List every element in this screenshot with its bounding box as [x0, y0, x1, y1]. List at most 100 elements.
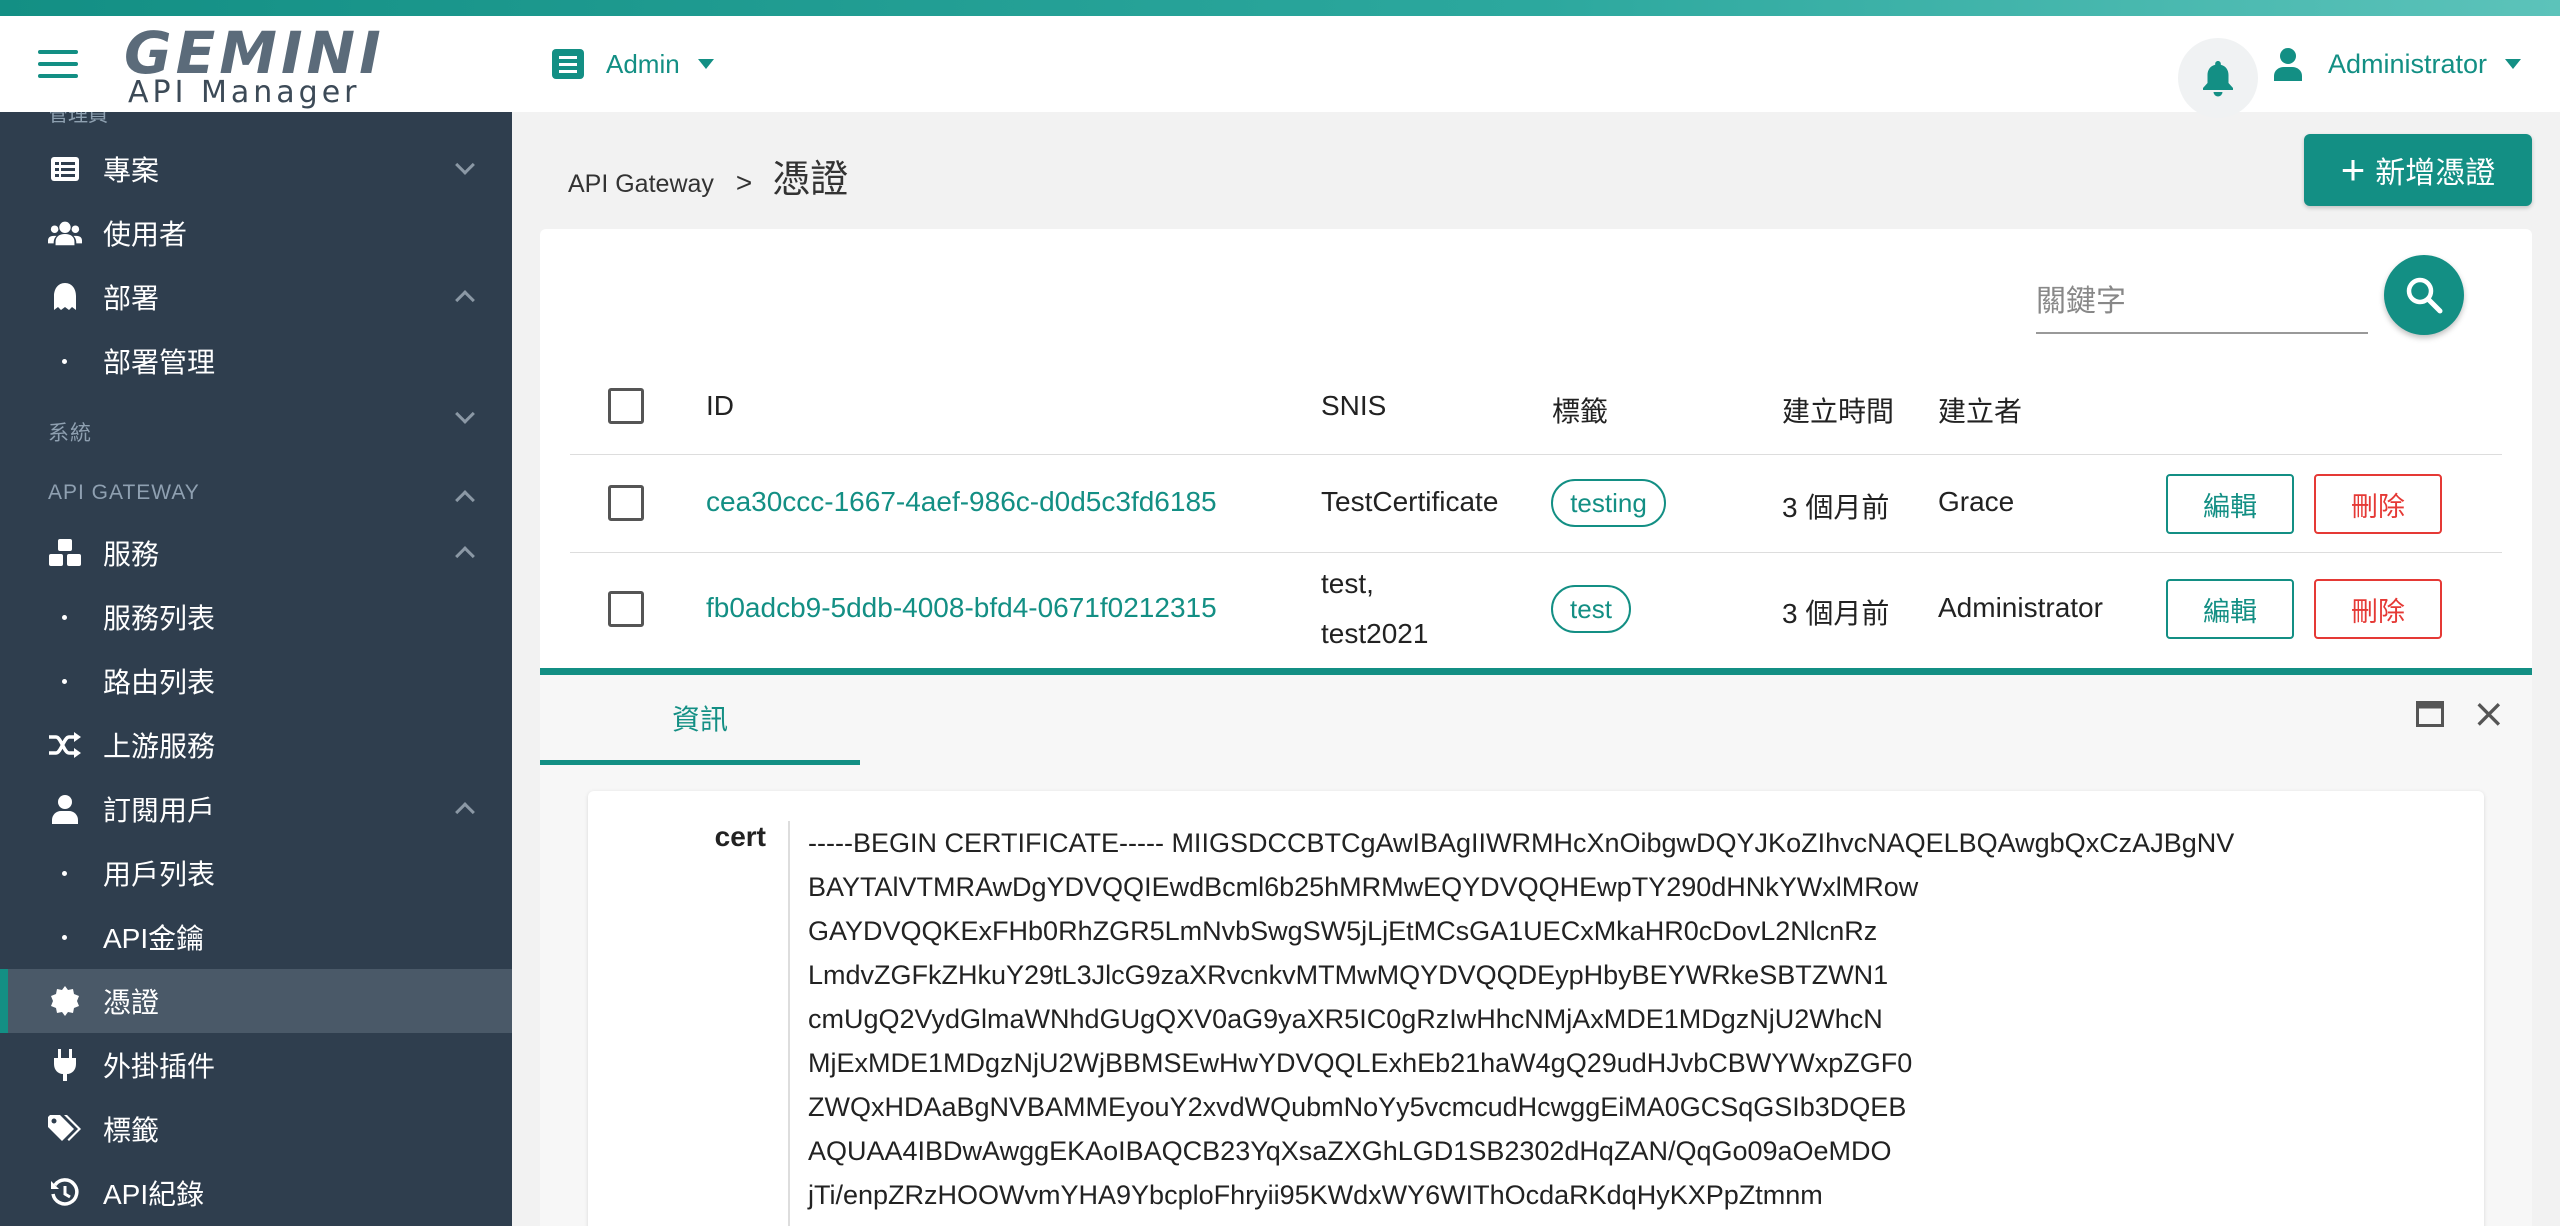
snis-value: TestCertificate: [1321, 486, 1499, 517]
chevron-up-icon: [455, 490, 475, 510]
breadcrumb: API Gateway > 憑證: [568, 148, 848, 203]
cert-value: -----BEGIN CERTIFICATE----- MIIGSDCCBTCg…: [808, 821, 2448, 1217]
bullet-icon: [62, 678, 67, 684]
new-certificate-button[interactable]: + 新增憑證: [2304, 134, 2532, 206]
chevron-up-icon: [455, 802, 475, 822]
bullet-icon: [62, 358, 67, 364]
tab-info[interactable]: 資訊: [540, 675, 860, 765]
delete-button[interactable]: 刪除: [2314, 579, 2442, 639]
sidebar-section-admin: 管理員: [48, 112, 108, 126]
sidebar-item-label: 上游服務: [103, 731, 216, 762]
sidebar-item-tags[interactable]: 標籤: [0, 1097, 512, 1161]
menu-toggle-icon[interactable]: [38, 50, 78, 78]
cert-line: GAYDVQQKExFHb0RhZGR5LmNvbSwgSW5jLjEtMCsG…: [808, 916, 1878, 946]
sidebar-item-service-list[interactable]: 服務列表: [0, 585, 512, 649]
user-icon: [48, 792, 82, 826]
sidebar-item-label: 部署管理: [103, 347, 216, 378]
sidebar-item-label: 外掛插件: [103, 1051, 216, 1082]
page-title: 憑證: [772, 159, 849, 201]
breadcrumb-parent-link[interactable]: API Gateway: [568, 170, 714, 199]
search-button[interactable]: [2384, 255, 2464, 335]
logo-wordmark: GEMINI: [124, 19, 385, 87]
plug-icon: [48, 1048, 82, 1082]
shuffle-icon: [48, 728, 82, 762]
detail-panel: 資訊 × cert -----BEGIN CERTIFICATE----- MI…: [540, 668, 2532, 1226]
workspace-switcher[interactable]: Admin: [552, 44, 714, 84]
window-maximize-icon: [2416, 701, 2444, 727]
app-header: GEMINI API Manager Admin Administrator: [0, 16, 2560, 118]
plus-icon: +: [2340, 146, 2366, 193]
maximize-button[interactable]: [2416, 701, 2444, 732]
column-header-id[interactable]: ID: [706, 390, 734, 422]
cert-line: jTi/enpZRzHOOWvmYHA9YbcploFhryii95KWdxWY…: [808, 1180, 1823, 1210]
sidebar-section-system[interactable]: 系統: [48, 404, 475, 447]
created-time: 3 個月前: [1782, 492, 1890, 523]
creator-name: Grace: [1938, 486, 2015, 517]
sidebar-item-label: 服務列表: [103, 603, 216, 634]
sidebar-item-deploy[interactable]: 部署: [0, 265, 512, 329]
cert-line: AQUAA4IBDwAwggEKAoIBAQCB23YqXsaZXGhLGD1S…: [808, 1136, 1892, 1166]
section-label: API GATEWAY: [48, 481, 200, 504]
list-icon: [48, 152, 82, 186]
cert-line: BAYTAlVTMRAwDgYDVQQIEwdBcml6b25hMRMwEQYD…: [808, 872, 1919, 902]
tags-icon: [48, 1112, 82, 1146]
column-header-creator[interactable]: 建立者: [1938, 390, 2022, 430]
sidebar-item-label: 專案: [103, 155, 160, 186]
sidebar-item-api-keys[interactable]: API金鑰: [0, 905, 512, 969]
detail-key-cert: cert: [714, 821, 766, 852]
certificate-icon: [48, 984, 82, 1018]
table-list-icon: [552, 49, 584, 79]
sidebar-section-api-gateway[interactable]: API GATEWAY: [48, 481, 475, 510]
certificate-id-link[interactable]: fb0adcb9-5ddb-4008-bfd4-0671f0212315: [706, 592, 1217, 624]
rocket-icon: [48, 280, 82, 314]
sidebar-item-plugins[interactable]: 外掛插件: [0, 1033, 512, 1097]
search-input[interactable]: [2036, 272, 2368, 334]
sidebar-item-projects[interactable]: 專案: [0, 137, 512, 201]
sidebar-item-label: 服務: [103, 539, 160, 570]
sidebar-item-api-logs[interactable]: API紀錄: [0, 1161, 512, 1225]
column-header-snis[interactable]: SNIS: [1321, 390, 1386, 422]
table-header-divider: [570, 454, 2502, 455]
cubes-icon: [48, 536, 82, 570]
cert-line: ZWQxHDAaBgNVBAMMEyouY2xvdWQubmNoYy5vcmcu…: [808, 1092, 1907, 1122]
user-icon: [2274, 48, 2302, 81]
users-icon: [48, 216, 82, 250]
row-checkbox[interactable]: [608, 485, 644, 521]
sidebar-item-users[interactable]: 使用者: [0, 201, 512, 265]
notification-button[interactable]: [2178, 38, 2258, 118]
creator-name: Administrator: [1938, 592, 2103, 623]
cert-line: LmdvZGFkZHkuY29tL3JlcG9zaXRvcnkvMTMwMQYD…: [808, 960, 1889, 990]
app-logo[interactable]: GEMINI API Manager: [124, 19, 385, 110]
sidebar-item-label: API紀錄: [103, 1179, 205, 1210]
caret-down-icon: [697, 59, 714, 69]
sidebar-item-label: 路由列表: [103, 667, 216, 698]
sidebar-item-services[interactable]: 服務: [0, 521, 512, 585]
delete-button[interactable]: 刪除: [2314, 474, 2442, 534]
user-menu[interactable]: Administrator: [2272, 44, 2522, 84]
sidebar-item-upstream[interactable]: 上游服務: [0, 713, 512, 777]
edit-button[interactable]: 編輯: [2166, 579, 2294, 639]
sidebar-item-label: 訂閱用戶: [103, 795, 216, 826]
created-time: 3 個月前: [1782, 598, 1890, 629]
column-header-tags[interactable]: 標籤: [1552, 390, 1608, 430]
sidebar-item-deploy-management[interactable]: 部署管理: [0, 329, 512, 393]
search-icon: [2406, 277, 2443, 314]
bullet-icon: [62, 934, 67, 940]
edit-button[interactable]: 編輯: [2166, 474, 2294, 534]
close-panel-button[interactable]: ×: [2472, 691, 2506, 737]
select-all-checkbox[interactable]: [608, 388, 644, 424]
new-certificate-label: 新增憑證: [2375, 157, 2496, 190]
chevron-down-icon: [455, 404, 475, 424]
row-checkbox[interactable]: [608, 591, 644, 627]
sidebar-item-consumer-list[interactable]: 用戶列表: [0, 841, 512, 905]
sidebar-item-label: 部署: [103, 283, 160, 314]
cert-line: -----BEGIN CERTIFICATE----- MIIGSDCCBTCg…: [808, 828, 2235, 858]
sidebar-item-certificates[interactable]: 憑證: [0, 969, 512, 1033]
sidebar-item-subscribers[interactable]: 訂閱用戶: [0, 777, 512, 841]
column-header-created[interactable]: 建立時間: [1782, 390, 1894, 430]
chevron-down-icon: [455, 155, 475, 175]
logo-subtitle: API Manager: [128, 75, 361, 110]
snis-value: test,: [1321, 568, 1374, 599]
certificate-id-link[interactable]: cea30ccc-1667-4aef-986c-d0d5c3fd6185: [706, 486, 1217, 518]
sidebar-item-route-list[interactable]: 路由列表: [0, 649, 512, 713]
